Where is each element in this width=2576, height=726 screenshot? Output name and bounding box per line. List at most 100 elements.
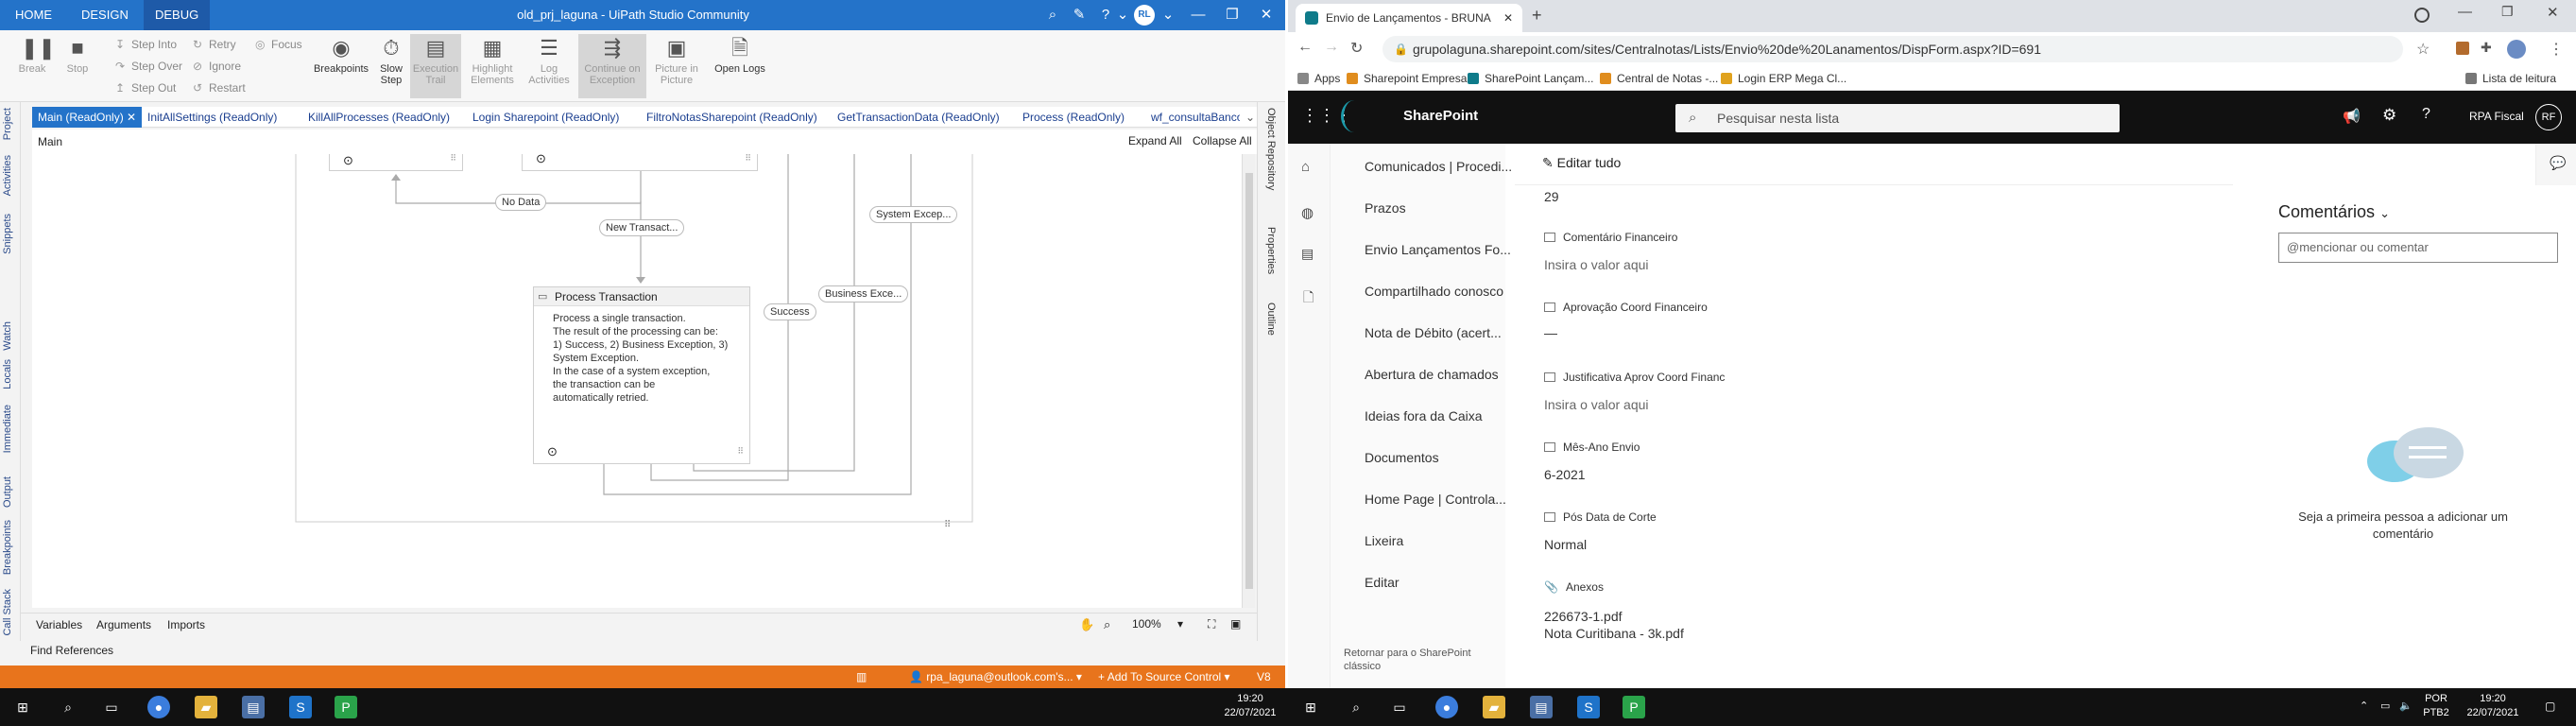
break-button[interactable]: ❚❚ Break: [9, 34, 56, 98]
new-tab-button[interactable]: +: [1532, 6, 1542, 26]
step-out-button[interactable]: ↥ Step Out: [115, 78, 176, 97]
close-icon[interactable]: ✕: [127, 111, 136, 124]
chrome-taskbar-icon[interactable]: ●: [1435, 696, 1458, 718]
variables-tab[interactable]: Variables: [36, 618, 82, 631]
search-icon[interactable]: ⌕: [1345, 696, 1367, 718]
megaphone-icon[interactable]: 📢: [2343, 108, 2361, 125]
tray-chevron-icon[interactable]: ⌃: [2360, 700, 2368, 712]
workflow-node-top-center[interactable]: ⊙ ⠿: [522, 154, 758, 171]
uipath-studio-icon[interactable]: S: [1577, 696, 1600, 718]
volume-icon[interactable]: 🔈: [2399, 700, 2413, 712]
nav-item-comunicados[interactable]: Comunicados | Procedi...: [1365, 159, 1512, 174]
uipath-assistant-icon[interactable]: P: [1623, 696, 1645, 718]
file-explorer-icon[interactable]: ▰: [1483, 696, 1505, 718]
zoom-icon[interactable]: ⌕: [1104, 617, 1110, 632]
chevron-down-icon[interactable]: ⌄: [1159, 6, 1177, 25]
close-icon[interactable]: ✕: [1503, 4, 1513, 32]
bookmark-sharepoint-lancam[interactable]: SharePoint Lançam...: [1468, 70, 1593, 87]
bookmark-apps[interactable]: Apps: [1297, 70, 1340, 87]
doc-tab-process[interactable]: Process (ReadOnly): [1017, 107, 1130, 128]
transition-new-transaction[interactable]: New Transact...: [599, 219, 685, 236]
panel-tab-object-repository[interactable]: Object Repository: [1265, 108, 1277, 190]
nav-item-home-page[interactable]: Home Page | Controla...: [1365, 492, 1506, 507]
uipath-assistant-icon[interactable]: P: [335, 696, 357, 718]
canvas-vertical-scrollbar[interactable]: [1242, 154, 1255, 608]
search-icon[interactable]: ⌕: [57, 696, 79, 718]
panel-tab-activities[interactable]: Activities: [2, 155, 13, 196]
nav-item-envio-lancamentos[interactable]: Envio Lançamentos Fo...: [1365, 242, 1511, 257]
breadcrumb[interactable]: Main: [38, 135, 62, 148]
transition-business-exception[interactable]: Business Exce...: [818, 285, 909, 302]
highlight-elements-toggle[interactable]: ▦ Highlight Elements: [465, 34, 520, 98]
panel-tab-output[interactable]: Output: [2, 476, 13, 508]
step-into-button[interactable]: ↧ Step Into: [115, 35, 177, 54]
notifications-icon[interactable]: ▢: [2545, 700, 2555, 713]
restart-button[interactable]: ↺ Restart: [193, 78, 246, 97]
gear-icon[interactable]: ⚙: [2382, 106, 2396, 125]
process-transaction-state[interactable]: ▭ Process Transaction Process a single t…: [533, 286, 750, 464]
panel-tab-locals[interactable]: Locals: [2, 359, 13, 389]
imports-tab[interactable]: Imports: [167, 618, 205, 631]
uipath-studio-icon[interactable]: S: [289, 696, 312, 718]
nav-item-documentos[interactable]: Documentos: [1365, 450, 1439, 465]
transition-no-data[interactable]: No Data: [495, 194, 547, 211]
fit-to-screen-icon[interactable]: ⛶: [1208, 617, 1215, 631]
panel-tab-outline[interactable]: Outline: [1265, 302, 1277, 336]
ignore-button[interactable]: ⊘ Ignore: [193, 57, 241, 76]
clock-right[interactable]: 19:20 22/07/2021: [2460, 692, 2526, 720]
nav-item-abertura-chamados[interactable]: Abertura de chamados: [1365, 367, 1499, 382]
windows-start-icon[interactable]: ⊞: [1299, 696, 1322, 718]
comments-title[interactable]: Comentários ⌄: [2278, 202, 2390, 222]
back-icon[interactable]: ←: [1297, 39, 1313, 56]
nav-item-editar[interactable]: Editar: [1365, 575, 1400, 590]
panel-tab-properties[interactable]: Properties: [1265, 227, 1277, 274]
expand-all-link[interactable]: Expand All: [1128, 134, 1182, 147]
organization-logo-icon[interactable]: [1341, 100, 1367, 132]
doc-tab-initallsettings[interactable]: InitAllSettings (ReadOnly): [142, 107, 283, 128]
nav-item-nota-de-debito[interactable]: Nota de Débito (acert...: [1365, 325, 1502, 340]
nav-item-prazos[interactable]: Prazos: [1365, 200, 1406, 216]
field-value-justificativa[interactable]: Insira o valor aqui: [1544, 397, 1649, 412]
doc-tab-gettransactiondata[interactable]: GetTransactionData (ReadOnly): [832, 107, 1005, 128]
comments-toggle-button[interactable]: 💬: [2535, 144, 2576, 185]
attachment-link-1[interactable]: 226673-1.pdf: [1544, 609, 1623, 624]
scrollbar-thumb[interactable]: [1245, 173, 1253, 589]
ribbon-tab-home[interactable]: HOME: [4, 0, 63, 30]
task-view-icon[interactable]: ▭: [1388, 696, 1411, 718]
attachment-link-2[interactable]: Nota Curitibana - 3k.pdf: [1544, 626, 1684, 641]
find-references-tab[interactable]: Find References: [30, 644, 113, 657]
maximize-button[interactable]: ❐: [1213, 0, 1251, 30]
windows-start-icon[interactable]: ⊞: [11, 696, 34, 718]
nav-item-ideias[interactable]: Ideias fora da Caixa: [1365, 408, 1483, 424]
transition-success[interactable]: Success: [764, 303, 816, 320]
panel-tab-breakpoints[interactable]: Breakpoints: [2, 520, 13, 575]
picture-in-picture-button[interactable]: ▣ Picture in Picture: [650, 34, 703, 98]
nav-item-compartilhado[interactable]: Compartilhado conosco: [1365, 284, 1503, 299]
sharepoint-brand[interactable]: SharePoint: [1403, 108, 1478, 124]
doc-tab-wf-consultabanco[interactable]: wf_consultaBanco: [1145, 107, 1240, 128]
forward-icon[interactable]: →: [1324, 39, 1339, 56]
file-explorer-icon[interactable]: ▰: [195, 696, 217, 718]
avatar[interactable]: RL: [1134, 5, 1155, 26]
step-over-button[interactable]: ↷ Step Over: [115, 57, 182, 76]
workflow-node-top-left[interactable]: ⊙ ⠿: [329, 154, 463, 171]
field-value-mes-ano-envio[interactable]: 6-2021: [1544, 467, 1586, 482]
minimize-button[interactable]: —: [2458, 4, 2472, 20]
edit-all-button[interactable]: ✎ Editar tudo: [1542, 155, 1621, 171]
chrome-menu-icon[interactable]: ⋮: [2549, 40, 2564, 59]
workflow-canvas[interactable]: ⊙ ⠿ ⊙ ⠿ No Data New Transact... System E…: [32, 154, 1242, 608]
doc-tab-killallprocesses[interactable]: KillAllProcesses (ReadOnly): [302, 107, 455, 128]
pan-hand-icon[interactable]: ✋: [1079, 617, 1094, 632]
focus-button[interactable]: ◎ Focus: [255, 35, 302, 54]
nav-item-lixeira[interactable]: Lixeira: [1365, 533, 1403, 548]
zoom-select[interactable]: 100% ▾: [1132, 617, 1189, 631]
profile-avatar[interactable]: [2507, 40, 2526, 59]
doc-tab-main[interactable]: Main (ReadOnly) ✕: [32, 107, 143, 128]
input-language[interactable]: POR PTB2: [2418, 692, 2454, 720]
minimize-button[interactable]: —: [1179, 0, 1217, 30]
close-button[interactable]: ✕: [1247, 0, 1285, 30]
user-name[interactable]: RPA Fiscal: [2469, 110, 2524, 123]
collapse-all-link[interactable]: Collapse All: [1193, 134, 1252, 147]
address-bar[interactable]: 🔒 grupolaguna.sharepoint.com/sites/Centr…: [1382, 36, 2403, 62]
execution-trail-toggle[interactable]: ▤ Execution Trail: [410, 34, 461, 98]
